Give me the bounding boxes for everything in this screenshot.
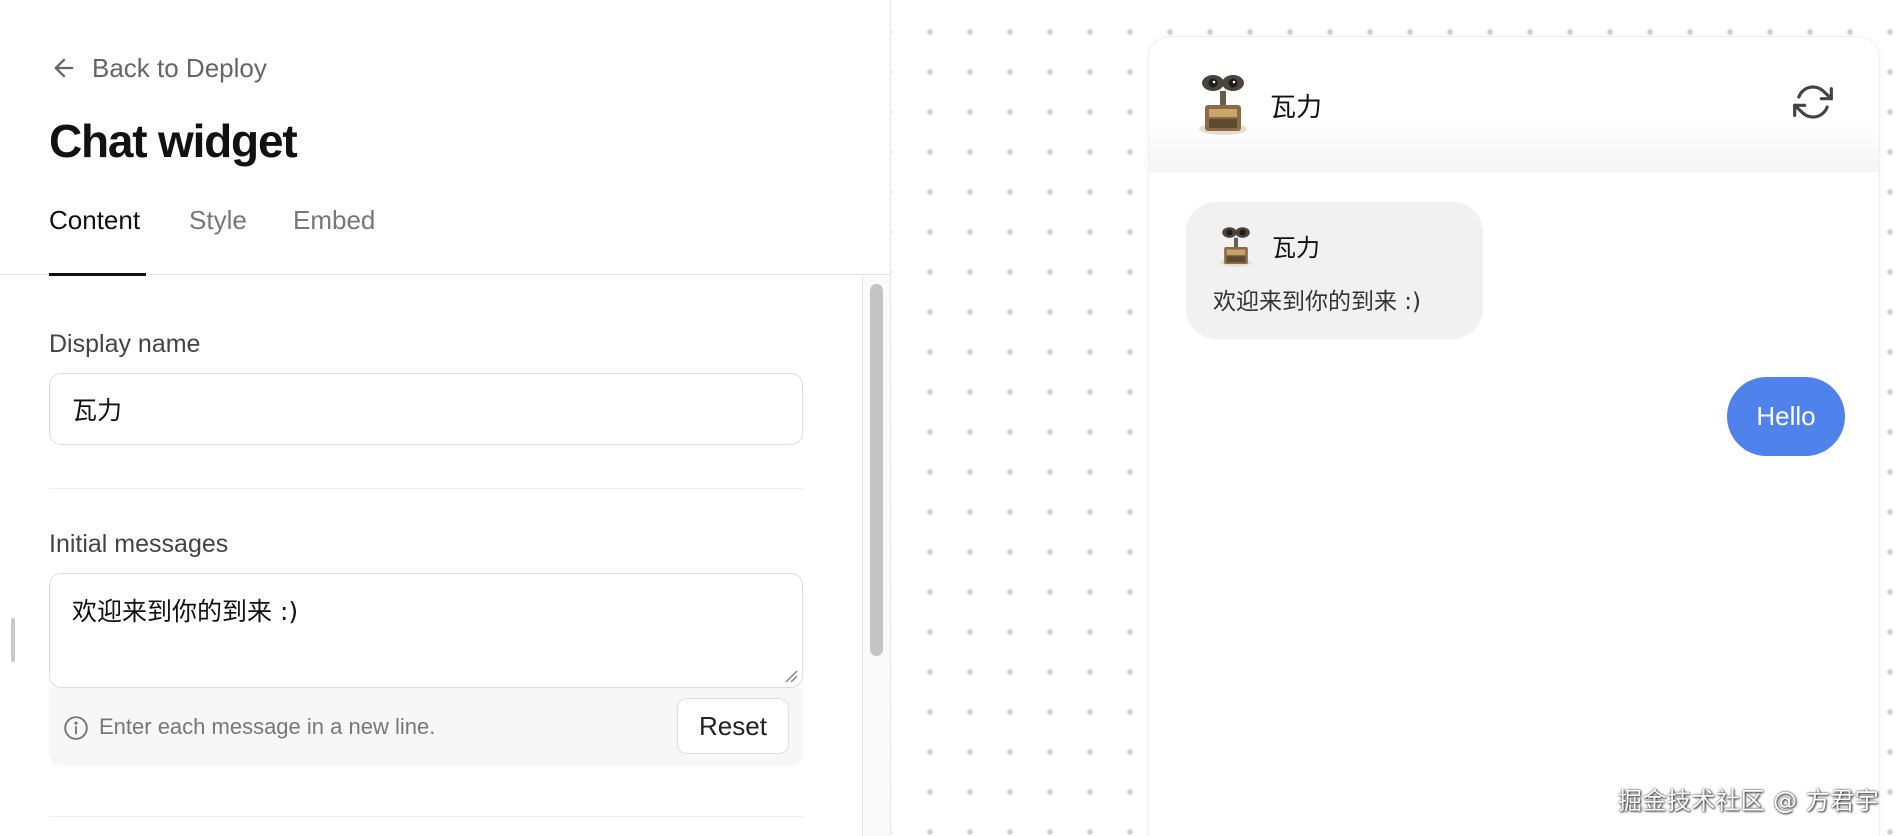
bot-avatar bbox=[1199, 75, 1247, 135]
bot-message-bubble: 瓦力 欢迎来到你的到来 :) bbox=[1186, 202, 1483, 339]
bot-message-sender: 瓦力 bbox=[1272, 234, 1320, 262]
chat-header-name: 瓦力 bbox=[1270, 93, 1323, 123]
section-divider bbox=[49, 816, 803, 817]
panel-resize-grip[interactable] bbox=[11, 618, 15, 662]
initial-messages-label: Initial messages bbox=[49, 530, 229, 558]
back-to-deploy-link[interactable]: Back to Deploy bbox=[50, 50, 267, 86]
arrow-left-icon bbox=[54, 58, 74, 78]
tab-embed[interactable]: Embed bbox=[293, 205, 375, 236]
textarea-resize-handle-icon[interactable] bbox=[784, 669, 798, 683]
messages-hint-bar: Enter each message in a new line. Reset bbox=[49, 688, 803, 766]
tab-content[interactable]: Content bbox=[49, 205, 140, 236]
tab-style[interactable]: Style bbox=[189, 205, 247, 236]
section-divider bbox=[49, 488, 803, 489]
display-name-label: Display name bbox=[49, 330, 201, 358]
initial-messages-textarea[interactable]: 欢迎来到你的到来 :) bbox=[49, 573, 803, 688]
initial-messages-value: 欢迎来到你的到来 :) bbox=[72, 597, 299, 626]
chat-widget-preview: 瓦力 瓦力 欢迎来到你的到来 :) Hello bbox=[1148, 36, 1880, 836]
display-name-input[interactable]: 瓦力 bbox=[49, 373, 803, 445]
settings-panel: Back to Deploy Chat widget Content Style… bbox=[0, 0, 891, 836]
user-message-bubble: Hello bbox=[1727, 377, 1845, 456]
chat-header: 瓦力 bbox=[1149, 37, 1879, 172]
refresh-icon[interactable] bbox=[1793, 82, 1833, 122]
watermark: 掘金技术社区 @ 方君宇 bbox=[1618, 787, 1880, 815]
scrollbar-thumb[interactable] bbox=[870, 284, 883, 656]
info-icon bbox=[64, 716, 88, 740]
back-link-label: Back to Deploy bbox=[92, 52, 267, 83]
tab-bar: Content Style Embed bbox=[0, 195, 891, 276]
page-title: Chat widget bbox=[49, 115, 298, 167]
bot-message-text: 欢迎来到你的到来 :) bbox=[1213, 289, 1422, 315]
reset-button[interactable]: Reset bbox=[677, 698, 789, 754]
messages-hint-text: Enter each message in a new line. bbox=[99, 714, 436, 739]
bot-avatar bbox=[1220, 227, 1252, 267]
form-scroll-area: Display name 瓦力 Initial messages 欢迎来到你的到… bbox=[0, 276, 861, 836]
